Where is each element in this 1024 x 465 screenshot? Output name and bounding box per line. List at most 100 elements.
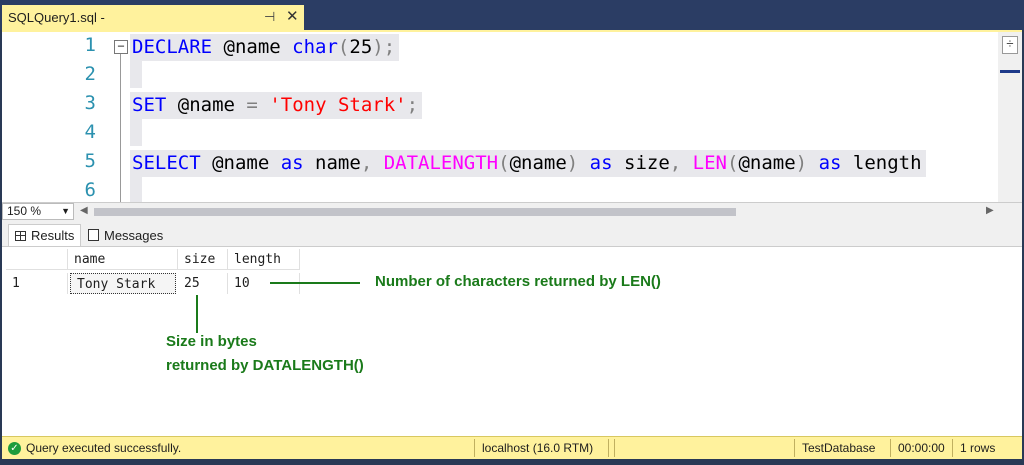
status-server: localhost (16.0 RTM) bbox=[482, 441, 594, 455]
code-text: name bbox=[303, 152, 361, 174]
line-number: 6 bbox=[84, 179, 96, 201]
code-punct: , bbox=[669, 152, 682, 174]
horizontal-scroll-thumb[interactable] bbox=[94, 208, 736, 216]
success-check-icon: ✓ bbox=[8, 441, 21, 455]
status-text: Query executed successfully. bbox=[26, 441, 182, 455]
status-separator bbox=[614, 439, 615, 457]
keyword-char: char bbox=[292, 36, 338, 58]
code-line-1: DECLARE @name char(25); bbox=[130, 34, 400, 61]
status-separator bbox=[608, 439, 609, 457]
status-separator bbox=[890, 439, 891, 457]
query-editor[interactable]: 1 2 3 4 5 6 − DECLARE @name char(25); SE… bbox=[2, 30, 1022, 204]
tab-sqlquery1[interactable]: SQLQuery1.sql - ⊣ ✕ bbox=[2, 5, 304, 30]
code-text: @name bbox=[509, 152, 567, 174]
keyword-declare: DECLARE bbox=[132, 36, 213, 58]
keyword-as: as bbox=[280, 152, 304, 174]
code-text: length bbox=[841, 152, 922, 174]
code-text: @name bbox=[200, 152, 281, 174]
collapse-icon[interactable]: − bbox=[114, 40, 128, 54]
pin-icon[interactable]: ⊣ bbox=[264, 9, 275, 25]
code-punct: ); bbox=[372, 36, 396, 58]
code-text: @name bbox=[738, 152, 796, 174]
code-punct: ) bbox=[566, 152, 579, 174]
split-icon[interactable]: ÷ bbox=[1002, 36, 1018, 54]
code-line-6 bbox=[130, 177, 142, 204]
tab-results-label: Results bbox=[31, 228, 75, 243]
code-number: 25 bbox=[349, 36, 373, 58]
cell-name[interactable]: Tony Stark bbox=[70, 273, 176, 294]
status-message: ✓ Query executed successfully. bbox=[8, 441, 181, 455]
status-separator bbox=[474, 439, 475, 457]
tab-results[interactable]: Results bbox=[8, 224, 82, 246]
status-bar: ✓ Query executed successfully. localhost… bbox=[2, 436, 1022, 459]
column-header-size[interactable]: size bbox=[178, 249, 228, 270]
annotation-arrow-len bbox=[270, 282, 360, 284]
zoom-bar: 150 % ▼ ◀ ▶ bbox=[2, 202, 1022, 220]
code-text: size bbox=[612, 152, 670, 174]
code-line-4 bbox=[130, 119, 142, 146]
zoom-dropdown[interactable]: 150 % ▼ bbox=[2, 203, 74, 220]
column-header-name[interactable]: name bbox=[68, 249, 178, 270]
message-icon bbox=[88, 229, 99, 241]
code-punct: ( bbox=[337, 36, 350, 58]
scroll-right-icon[interactable]: ▶ bbox=[986, 205, 994, 216]
scroll-left-icon[interactable]: ◀ bbox=[80, 205, 88, 216]
code-operator: = bbox=[246, 94, 258, 116]
keyword-as: as bbox=[818, 152, 842, 174]
close-icon[interactable]: ✕ bbox=[286, 7, 299, 25]
line-number: 3 bbox=[84, 92, 96, 114]
annotation-len: Number of characters returned by LEN() bbox=[375, 273, 661, 290]
status-time: 00:00:00 bbox=[898, 441, 945, 455]
code-line-2 bbox=[130, 61, 142, 88]
status-separator bbox=[952, 439, 953, 457]
results-tab-bar: Results Messages bbox=[2, 220, 1022, 246]
cell-size[interactable]: 25 bbox=[178, 273, 228, 294]
code-punct: ; bbox=[406, 94, 419, 116]
function-datalength: DATALENGTH bbox=[383, 152, 499, 174]
status-separator bbox=[794, 439, 795, 457]
code-area[interactable]: DECLARE @name char(25); SET @name = 'Ton… bbox=[130, 32, 996, 204]
scroll-thumb[interactable] bbox=[1000, 70, 1020, 73]
line-number-gutter: 1 2 3 4 5 6 bbox=[2, 32, 102, 202]
code-punct: , bbox=[360, 152, 373, 174]
tab-messages[interactable]: Messages bbox=[82, 224, 169, 246]
tab-messages-label: Messages bbox=[104, 227, 164, 243]
keyword-as: as bbox=[589, 152, 613, 174]
chevron-down-icon: ▼ bbox=[61, 206, 70, 216]
annotation-datalength-line1: Size in bytes bbox=[166, 333, 257, 350]
document-tab-bar: SQLQuery1.sql - ⊣ ✕ bbox=[0, 0, 1024, 30]
tab-title: SQLQuery1.sql - bbox=[8, 10, 105, 25]
code-text: @name bbox=[212, 36, 293, 58]
annotation-arrow-datalength bbox=[196, 295, 198, 333]
keyword-select: SELECT bbox=[132, 152, 201, 174]
code-punct: ) bbox=[795, 152, 808, 174]
fold-guide-line bbox=[120, 54, 121, 202]
annotation-datalength-line2: returned by DATALENGTH() bbox=[166, 357, 364, 374]
line-number: 5 bbox=[84, 150, 96, 172]
function-len: LEN bbox=[692, 152, 727, 174]
code-punct: ( bbox=[498, 152, 510, 174]
status-database: TestDatabase bbox=[802, 441, 876, 455]
code-text: @name bbox=[166, 94, 247, 116]
code-string: 'Tony Stark' bbox=[269, 94, 407, 116]
row-number[interactable]: 1 bbox=[6, 273, 68, 294]
line-number: 4 bbox=[84, 121, 96, 143]
grid-icon bbox=[15, 230, 26, 241]
results-grid-pane: name size length 1 Tony Stark 25 10 Numb… bbox=[2, 246, 1022, 436]
vertical-scrollbar[interactable]: ÷ bbox=[998, 32, 1022, 202]
zoom-value: 150 % bbox=[7, 204, 42, 218]
column-header-length[interactable]: length bbox=[228, 249, 300, 270]
line-number: 2 bbox=[84, 63, 96, 85]
ssms-window: SQLQuery1.sql - ⊣ ✕ 1 2 3 4 5 6 − DECLAR… bbox=[0, 0, 1024, 465]
code-line-5: SELECT @name as name, DATALENGTH(@name) … bbox=[130, 150, 926, 177]
code-punct: ( bbox=[727, 152, 739, 174]
code-line-3: SET @name = 'Tony Stark'; bbox=[130, 92, 423, 119]
row-header-corner[interactable] bbox=[6, 249, 68, 270]
keyword-set: SET bbox=[132, 94, 167, 116]
status-rows: 1 rows bbox=[960, 441, 996, 455]
